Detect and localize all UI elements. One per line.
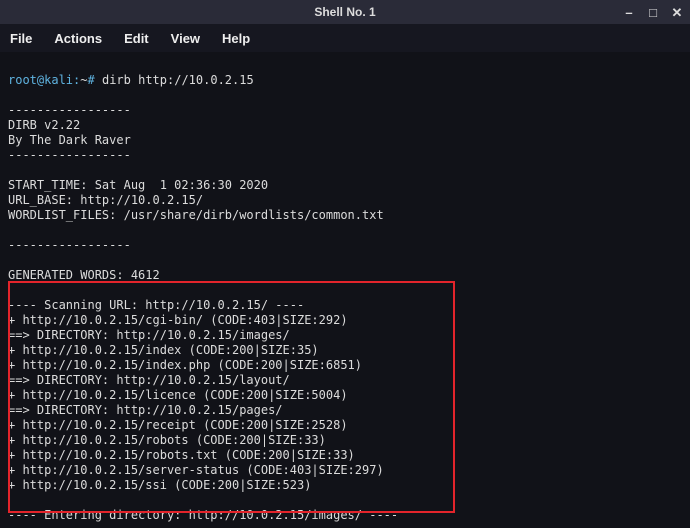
shell-prompt: root@kali:~# dirb http://10.0.2.15 <box>8 73 254 87</box>
maximize-icon[interactable]: □ <box>646 6 660 19</box>
result-line: + http://10.0.2.15/robots (CODE:200|SIZE… <box>8 433 326 447</box>
menu-edit[interactable]: Edit <box>124 31 149 46</box>
result-line: ==> DIRECTORY: http://10.0.2.15/images/ <box>8 328 290 342</box>
result-line: + http://10.0.2.15/index.php (CODE:200|S… <box>8 358 362 372</box>
menu-bar: File Actions Edit View Help <box>0 24 690 52</box>
url-base: URL_BASE: http://10.0.2.15/ <box>8 193 203 207</box>
result-line: ==> DIRECTORY: http://10.0.2.15/layout/ <box>8 373 290 387</box>
menu-view[interactable]: View <box>171 31 200 46</box>
dirb-author: By The Dark Raver <box>8 133 131 147</box>
separator-line: ----------------- <box>8 103 131 117</box>
scan-header: ---- Scanning URL: http://10.0.2.15/ ---… <box>8 298 304 312</box>
result-line: + http://10.0.2.15/server-status (CODE:4… <box>8 463 384 477</box>
result-line: + http://10.0.2.15/cgi-bin/ (CODE:403|SI… <box>8 313 348 327</box>
prompt-userhost: root@kali <box>8 73 73 87</box>
window-title: Shell No. 1 <box>314 5 375 19</box>
wordlist-files: WORDLIST_FILES: /usr/share/dirb/wordlist… <box>8 208 384 222</box>
dirb-version: DIRB v2.22 <box>8 118 80 132</box>
generated-words: GENERATED WORDS: 4612 <box>8 268 160 282</box>
result-line: + http://10.0.2.15/robots.txt (CODE:200|… <box>8 448 355 462</box>
window-titlebar: Shell No. 1 – □ ✕ <box>0 0 690 24</box>
window-controls: – □ ✕ <box>622 0 684 24</box>
start-time: START_TIME: Sat Aug 1 02:36:30 2020 <box>8 178 268 192</box>
menu-help[interactable]: Help <box>222 31 250 46</box>
result-line: + http://10.0.2.15/ssi (CODE:200|SIZE:52… <box>8 478 311 492</box>
menu-actions[interactable]: Actions <box>54 31 102 46</box>
close-icon[interactable]: ✕ <box>670 6 684 19</box>
result-line: + http://10.0.2.15/index (CODE:200|SIZE:… <box>8 343 319 357</box>
prompt-command: dirb http://10.0.2.15 <box>102 73 254 87</box>
minimize-icon[interactable]: – <box>622 6 636 19</box>
result-line: ==> DIRECTORY: http://10.0.2.15/pages/ <box>8 403 283 417</box>
prompt-symbol: # <box>88 73 95 87</box>
menu-file[interactable]: File <box>10 31 32 46</box>
entering-directory: ---- Entering directory: http://10.0.2.1… <box>8 508 398 522</box>
separator-line: ----------------- <box>8 238 131 252</box>
terminal-output[interactable]: root@kali:~# dirb http://10.0.2.15 -----… <box>0 52 690 528</box>
separator-line: ----------------- <box>8 148 131 162</box>
result-line: + http://10.0.2.15/licence (CODE:200|SIZ… <box>8 388 348 402</box>
result-line: + http://10.0.2.15/receipt (CODE:200|SIZ… <box>8 418 348 432</box>
prompt-path: ~ <box>80 73 87 87</box>
